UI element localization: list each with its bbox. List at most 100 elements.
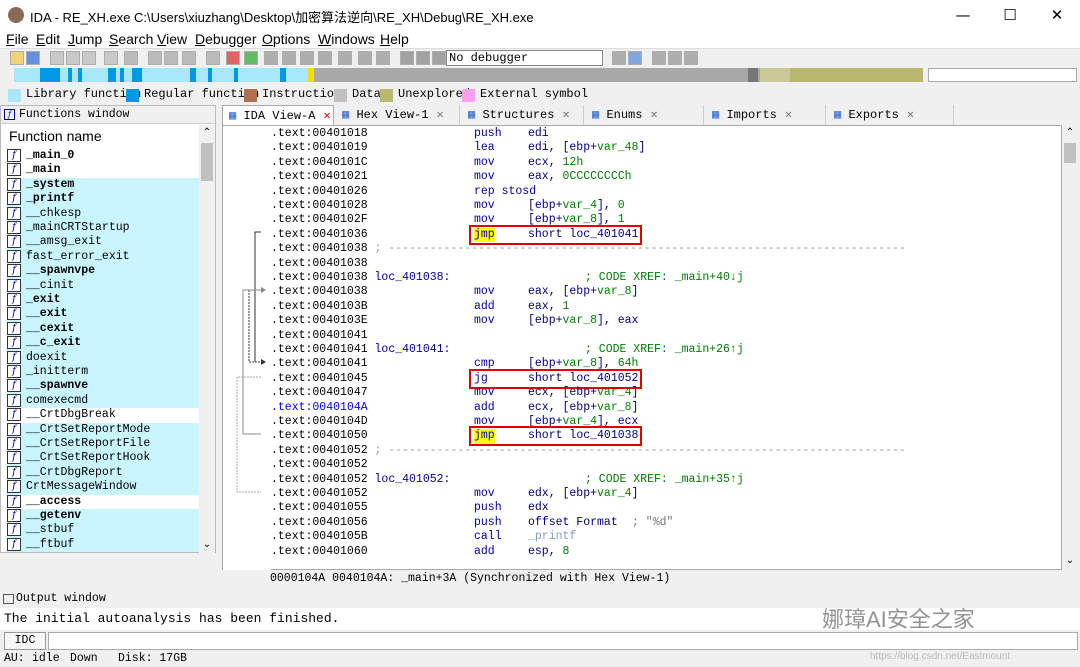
- function-item[interactable]: f __CrtSetReportMode: [7, 422, 199, 437]
- tab-imports[interactable]: ▦ Imports ✕: [706, 105, 826, 125]
- menu-edit[interactable]: Edit: [36, 31, 60, 47]
- menu-view[interactable]: View: [157, 31, 187, 47]
- toolbar-button-icon[interactable]: [66, 51, 80, 65]
- toolbar-button-icon[interactable]: [206, 51, 220, 65]
- code-line[interactable]: .text:00401047 mov ecx, [ebp+var_4]: [271, 386, 1061, 400]
- toolbar-button-icon[interactable]: [182, 51, 196, 65]
- idc-button[interactable]: IDC: [4, 632, 46, 650]
- toolbar-button-icon[interactable]: [282, 51, 296, 65]
- toolbar-button-icon[interactable]: [612, 51, 626, 65]
- tab-structures[interactable]: ▦ Structures ✕: [462, 105, 584, 125]
- function-item[interactable]: f __CrtSetReportFile: [7, 437, 199, 452]
- scroll-thumb[interactable]: [1064, 143, 1076, 163]
- toolbar-button-icon[interactable]: [432, 51, 446, 65]
- code-line[interactable]: .text:00401041 cmp [ebp+var_8], 64h: [271, 357, 1061, 371]
- menu-help[interactable]: Help: [380, 31, 409, 47]
- code-line[interactable]: .text:00401036 jmp short loc_401041: [271, 227, 1061, 243]
- code-line[interactable]: .text:00401038 ; -----------------------…: [271, 242, 1061, 256]
- function-item[interactable]: f __CrtDbgReport: [7, 465, 199, 481]
- function-item[interactable]: f __chkesp: [7, 206, 199, 221]
- code-line[interactable]: .text:00401038 mov eax, [ebp+var_8]: [271, 285, 1061, 299]
- function-item[interactable]: f doexit: [7, 350, 199, 365]
- toolbar-button-icon[interactable]: [338, 51, 352, 65]
- function-item[interactable]: f __cinit: [7, 278, 199, 293]
- tab-hex-view-1[interactable]: ▦ Hex View-1 ✕: [336, 105, 460, 125]
- close-button[interactable]: ✕: [1034, 0, 1080, 30]
- code-line[interactable]: .text:00401026 rep stosd: [271, 185, 1061, 199]
- toolbar-button-icon[interactable]: [684, 51, 698, 65]
- toolbar-button-icon[interactable]: [50, 51, 64, 65]
- code-line[interactable]: .text:00401021 mov eax, 0CCCCCCCCh: [271, 170, 1061, 184]
- menu-windows[interactable]: Windows: [318, 31, 375, 47]
- function-item[interactable]: f _system: [7, 177, 199, 193]
- tab-close-icon[interactable]: ✕: [785, 108, 792, 122]
- function-item[interactable]: f __getenv: [7, 509, 199, 524]
- tab-enums[interactable]: ▦ Enums ✕: [586, 105, 704, 125]
- function-item[interactable]: f __access: [7, 494, 199, 509]
- function-item[interactable]: f __cexit: [7, 321, 199, 337]
- function-item[interactable]: f _main_0: [7, 149, 199, 163]
- toolbar-button-icon[interactable]: [376, 51, 390, 65]
- code-line[interactable]: .text:00401041 loc_401041: ; CODE XREF: _…: [271, 343, 1061, 357]
- function-item[interactable]: f comexecmd: [7, 393, 199, 409]
- code-line[interactable]: .text:00401055 push edx: [271, 501, 1061, 515]
- function-item[interactable]: f __stbuf: [7, 523, 199, 538]
- menu-options[interactable]: Options: [262, 31, 310, 47]
- tab-exports[interactable]: ▦ Exports ✕: [828, 105, 954, 125]
- code-line[interactable]: .text:00401056 push offset Format ; "%d": [271, 516, 1061, 530]
- function-item[interactable]: f _printf: [7, 192, 199, 207]
- toolbar-button-icon[interactable]: [124, 51, 138, 65]
- debugger-select[interactable]: No debugger: [446, 50, 603, 66]
- scroll-up-icon[interactable]: ⌃: [199, 125, 215, 141]
- code-line[interactable]: .text:00401028 mov [ebp+var_4], 0: [271, 199, 1061, 213]
- code-line[interactable]: .text:00401052 loc_401052: ; CODE XREF: _…: [271, 473, 1061, 487]
- code-line[interactable]: .text:0040103E mov [ebp+var_8], eax: [271, 314, 1061, 328]
- code-line[interactable]: .text:0040104A add ecx, [ebp+var_8]: [271, 401, 1061, 415]
- toolbar-button-icon[interactable]: [244, 51, 258, 65]
- toolbar-button-icon[interactable]: [652, 51, 666, 65]
- function-item[interactable]: f __exit: [7, 307, 199, 322]
- ida-view-a[interactable]: .text:00401018 push edi .text:00401019 lea ed…: [222, 125, 1062, 571]
- code-line[interactable]: .text:00401060 add esp, 8: [271, 545, 1061, 559]
- code-line[interactable]: .text:0040101C mov ecx, 12h: [271, 156, 1061, 170]
- toolbar-button-icon[interactable]: [318, 51, 332, 65]
- toolbar-button-icon[interactable]: [104, 51, 118, 65]
- menu-file[interactable]: File: [6, 31, 29, 47]
- segment-select[interactable]: [928, 68, 1077, 82]
- code-line[interactable]: .text:00401041: [271, 329, 1061, 343]
- function-item[interactable]: f __c_exit: [7, 336, 199, 351]
- tab-close-icon[interactable]: ✕: [907, 108, 914, 122]
- toolbar-button-icon[interactable]: [10, 51, 24, 65]
- function-item[interactable]: f __CrtSetReportHook: [7, 451, 199, 466]
- navigation-band[interactable]: [8, 68, 923, 82]
- code-line[interactable]: .text:00401050 jmp short loc_401038: [271, 429, 1061, 444]
- scroll-thumb[interactable]: [201, 143, 213, 181]
- code-line[interactable]: .text:00401038: [271, 257, 1061, 271]
- toolbar-button-icon[interactable]: [164, 51, 178, 65]
- function-item[interactable]: f _exit: [7, 293, 199, 308]
- function-item[interactable]: f __spawnvpe: [7, 264, 199, 279]
- tab-close-icon[interactable]: ✕: [562, 108, 569, 122]
- function-item[interactable]: f __CrtDbgBreak: [7, 408, 199, 422]
- code-line[interactable]: .text:0040104D mov [ebp+var_4], ecx: [271, 415, 1061, 429]
- scroll-up-icon[interactable]: ⌃: [1062, 125, 1078, 141]
- function-item[interactable]: f _initterm: [7, 365, 199, 380]
- functions-scrollbar[interactable]: ⌃ ⌄: [199, 125, 215, 553]
- function-item[interactable]: f __spawnve: [7, 379, 199, 394]
- toolbar-button-icon[interactable]: [668, 51, 682, 65]
- toolbar-button-icon[interactable]: [400, 51, 414, 65]
- scroll-down-icon[interactable]: ⌄: [199, 537, 215, 553]
- toolbar-button-icon[interactable]: [26, 51, 40, 65]
- code-line[interactable]: .text:00401052 ; -----------------------…: [271, 444, 1061, 458]
- menu-jump[interactable]: Jump: [68, 31, 102, 47]
- code-line[interactable]: .text:00401052 mov edx, [ebp+var_4]: [271, 487, 1061, 501]
- minimize-button[interactable]: —: [940, 0, 986, 30]
- code-scrollbar[interactable]: ⌃ ⌄: [1062, 125, 1078, 570]
- toolbar-button-icon[interactable]: [416, 51, 430, 65]
- toolbar-button-icon[interactable]: [264, 51, 278, 65]
- menu-debugger[interactable]: Debugger: [195, 31, 257, 47]
- toolbar-button-icon[interactable]: [300, 51, 314, 65]
- function-item[interactable]: f fast_error_exit: [7, 249, 199, 265]
- function-item[interactable]: f __ftbuf: [7, 537, 199, 553]
- code-line[interactable]: .text:00401052: [271, 458, 1061, 472]
